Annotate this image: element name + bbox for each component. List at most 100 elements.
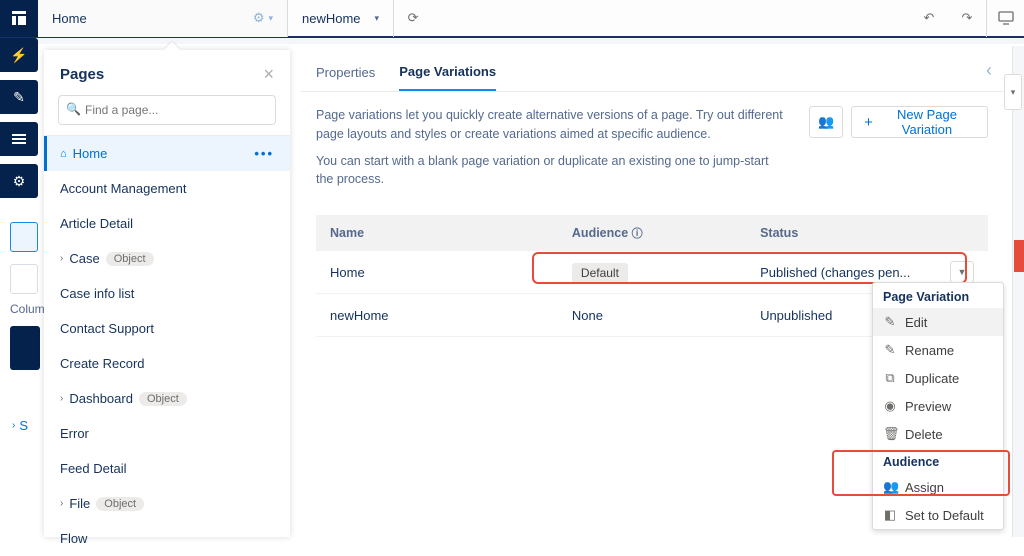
preview-icon: ◉	[883, 398, 897, 414]
page-item-label: Home	[73, 146, 108, 161]
chevron-right-icon: ›	[60, 393, 63, 404]
tab-page-variations[interactable]: Page Variations	[399, 64, 496, 91]
page-item-label: Article Detail	[60, 216, 133, 231]
undo-button[interactable]: ↶	[910, 0, 948, 37]
tab-home[interactable]: Home ⚙ ▾	[38, 0, 288, 37]
right-panel-toggle[interactable]: ▾	[1004, 74, 1022, 110]
menu-section-page-variation: Page Variation	[873, 283, 1003, 308]
col-audience: Audience ⓘ	[558, 215, 746, 251]
chevron-right-icon: ›	[60, 253, 63, 264]
rail-list-button[interactable]	[0, 122, 38, 156]
more-icon[interactable]: •••	[254, 146, 274, 161]
row-menu-button[interactable]: ▼	[950, 261, 974, 283]
refresh-button[interactable]: ⟳	[394, 0, 432, 37]
columns-label: Colum	[10, 302, 45, 316]
page-item[interactable]: Account Management	[44, 171, 290, 206]
pages-panel: Pages × 🔍 ⌂ Home ••• Account Management …	[44, 50, 290, 537]
home-icon: ⌂	[60, 148, 67, 160]
delete-icon: 🗑	[883, 426, 897, 442]
page-item-dashboard[interactable]: › Dashboard Object	[44, 381, 290, 416]
page-item-label: Case info list	[60, 286, 134, 301]
plus-icon: +	[864, 114, 873, 131]
page-item-label: Feed Detail	[60, 461, 126, 476]
page-item-file[interactable]: › File Object	[44, 486, 290, 521]
page-item-label: Dashboard	[69, 391, 133, 406]
ghost-link-text: S	[19, 418, 28, 433]
topbar: Home ⚙ ▾ newHome ▾ ⟳ ↶ ↷	[0, 0, 1024, 38]
page-item[interactable]: Create Record	[44, 346, 290, 381]
variations-desc-2: You can start with a blank page variatio…	[316, 152, 789, 190]
page-item[interactable]: Flow	[44, 521, 290, 556]
audience-icon-button[interactable]: 👥	[809, 106, 843, 138]
back-chevron-icon[interactable]: ‹	[986, 60, 992, 81]
chevron-right-icon: ›	[12, 420, 15, 431]
page-item[interactable]: Article Detail	[44, 206, 290, 241]
menu-rename[interactable]: ✎Rename	[873, 336, 1003, 364]
edit-icon: ✎	[883, 314, 897, 330]
pages-list: ⌂ Home ••• Account Management Article De…	[44, 135, 290, 556]
close-icon[interactable]: ×	[263, 64, 274, 85]
new-page-variation-label: New Page Variation	[879, 107, 975, 137]
preview-desktop-button[interactable]	[986, 0, 1024, 37]
menu-delete[interactable]: 🗑Delete	[873, 420, 1003, 448]
menu-assign[interactable]: 👥Assign	[873, 473, 1003, 501]
info-icon[interactable]: ⓘ	[632, 228, 643, 240]
cell-audience: None	[558, 294, 746, 337]
menu-section-audience: Audience	[873, 448, 1003, 473]
chevron-right-icon: ›	[60, 498, 63, 509]
rail-lightning-button[interactable]: ⚡	[0, 38, 38, 72]
audience-badge: Default	[572, 263, 628, 283]
object-pill: Object	[96, 497, 144, 511]
tab-properties[interactable]: Properties	[316, 65, 375, 90]
caret-down-icon[interactable]: ▾	[268, 13, 273, 24]
page-item-case[interactable]: › Case Object	[44, 241, 290, 276]
page-item[interactable]: Case info list	[44, 276, 290, 311]
page-item-label: Error	[60, 426, 89, 441]
new-page-variation-button[interactable]: + New Page Variation	[851, 106, 988, 138]
page-item-label: Flow	[60, 531, 87, 546]
ghost-box	[10, 222, 38, 252]
duplicate-icon: ⧉	[883, 370, 897, 386]
bookmark-icon: ◧	[883, 507, 897, 523]
ghost-link[interactable]: › S	[12, 418, 28, 433]
main-tabs: Properties Page Variations ‹	[300, 50, 1004, 92]
page-item-label: Create Record	[60, 356, 145, 371]
ghost-block	[10, 326, 40, 370]
variations-desc-1: Page variations let you quickly create a…	[316, 106, 789, 144]
page-item-label: Case	[69, 251, 99, 266]
object-pill: Object	[106, 252, 154, 266]
menu-duplicate[interactable]: ⧉Duplicate	[873, 364, 1003, 392]
page-item-label: Contact Support	[60, 321, 154, 336]
search-icon: 🔍	[66, 102, 81, 116]
gear-icon[interactable]: ⚙	[253, 10, 265, 26]
rail-edit-button[interactable]: ✎	[0, 80, 38, 114]
col-status: Status	[746, 215, 936, 251]
col-name: Name	[316, 215, 558, 251]
cell-name: Home	[316, 251, 558, 294]
page-item-label: Account Management	[60, 181, 186, 196]
app-logo	[0, 0, 38, 37]
ghost-box	[10, 264, 38, 294]
redo-button[interactable]: ↷	[948, 0, 986, 37]
page-item-label: File	[69, 496, 90, 511]
rail-settings-button[interactable]: ⚙	[0, 164, 38, 198]
right-edge-tab[interactable]	[1014, 240, 1024, 272]
menu-edit[interactable]: ✎Edit	[873, 308, 1003, 336]
pages-search-input[interactable]	[58, 95, 276, 125]
pages-title: Pages	[60, 66, 104, 83]
tab-variation-label: newHome	[302, 11, 361, 26]
assign-icon: 👥	[883, 479, 897, 495]
tab-home-label: Home	[52, 11, 87, 26]
row-actions-menu: Page Variation ✎Edit ✎Rename ⧉Duplicate …	[872, 282, 1004, 530]
menu-preview[interactable]: ◉Preview	[873, 392, 1003, 420]
caret-down-icon[interactable]: ▾	[375, 13, 380, 24]
page-item[interactable]: Error	[44, 416, 290, 451]
tab-variation[interactable]: newHome ▾	[288, 0, 394, 37]
page-item[interactable]: Contact Support	[44, 311, 290, 346]
page-item-home[interactable]: ⌂ Home •••	[44, 136, 290, 171]
cell-name: newHome	[316, 294, 558, 337]
object-pill: Object	[139, 392, 187, 406]
rename-icon: ✎	[883, 342, 897, 358]
menu-set-default[interactable]: ◧Set to Default	[873, 501, 1003, 529]
page-item[interactable]: Feed Detail	[44, 451, 290, 486]
